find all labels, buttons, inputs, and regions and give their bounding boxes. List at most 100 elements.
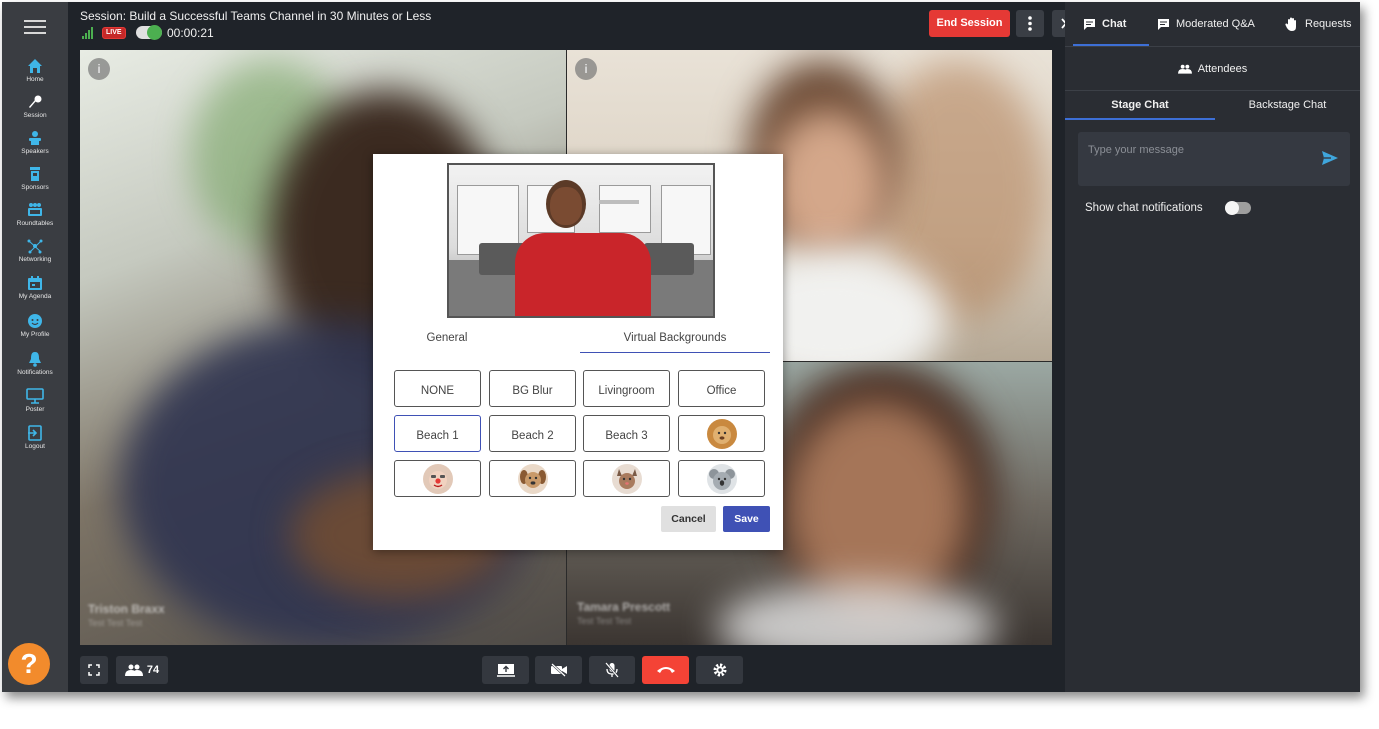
- bell-icon: [29, 352, 41, 367]
- share-screen-icon: [496, 664, 515, 677]
- nav-item-session[interactable]: Session: [2, 94, 68, 130]
- gear-icon: [713, 663, 726, 677]
- tab-stage-chat[interactable]: Stage Chat: [1065, 94, 1215, 120]
- cat-avatar-icon: [611, 463, 642, 494]
- nav-item-my-profile[interactable]: My Profile: [2, 313, 68, 349]
- nav-item-home[interactable]: Home: [2, 58, 68, 94]
- hand-icon: [1285, 17, 1296, 31]
- nav-item-my-agenda[interactable]: My Agenda: [2, 275, 68, 311]
- send-icon[interactable]: [1321, 149, 1339, 167]
- broadcast-toggle[interactable]: [136, 25, 162, 40]
- tab-moderated-qa[interactable]: Moderated Q&A: [1157, 2, 1255, 46]
- chat-notifications-toggle[interactable]: [1225, 201, 1251, 215]
- home-icon: [28, 59, 42, 73]
- participant-name: Tamara Prescott: [577, 600, 671, 614]
- participant-subtitle: Test Test Test: [88, 618, 143, 628]
- background-option-office[interactable]: Office: [678, 370, 765, 407]
- camera-off-icon: [550, 663, 567, 677]
- koala-avatar-icon: [706, 463, 737, 494]
- camera-toggle-button[interactable]: [535, 656, 582, 684]
- avatar-option-clown[interactable]: [394, 460, 481, 497]
- settings-button[interactable]: [696, 656, 743, 684]
- avatar-option-lion[interactable]: [678, 415, 765, 452]
- save-button[interactable]: Save: [723, 506, 770, 532]
- sponsor-icon: [30, 167, 40, 181]
- background-option-beach-3[interactable]: Beach 3: [583, 415, 670, 452]
- profile-icon: [28, 314, 42, 328]
- menu-icon[interactable]: [24, 20, 46, 36]
- tab-attendees-label: Attendees: [1197, 63, 1248, 75]
- nav-item-poster[interactable]: Poster: [2, 388, 68, 424]
- tab-moderated-qa-label: Moderated Q&A: [1176, 18, 1255, 30]
- help-button[interactable]: ?: [8, 643, 50, 685]
- share-screen-button[interactable]: [482, 656, 529, 684]
- chat-notifications-label: Show chat notifications: [1085, 202, 1203, 214]
- avatar-option-dog[interactable]: [489, 460, 576, 497]
- end-session-button[interactable]: End Session: [929, 10, 1010, 37]
- background-option-none[interactable]: NONE: [394, 370, 481, 407]
- participant-name: Triston Braxx: [88, 602, 165, 616]
- settings-dialog: General Virtual Backgrounds NONE BG Blur…: [373, 154, 783, 550]
- divider: [1065, 46, 1360, 47]
- roundtable-icon: [28, 203, 42, 216]
- background-option-blur[interactable]: BG Blur: [489, 370, 576, 407]
- tab-virtual-backgrounds[interactable]: Virtual Backgrounds: [580, 325, 770, 353]
- info-icon[interactable]: i: [575, 58, 597, 80]
- nav-item-networking[interactable]: Networking: [2, 238, 68, 274]
- clown-avatar-icon: [422, 463, 453, 494]
- nav-item-roundtables[interactable]: Roundtables: [2, 202, 68, 238]
- live-badge: LIVE: [102, 27, 126, 39]
- microphone-icon: [29, 95, 42, 108]
- participant-subtitle: Test Test Test: [577, 616, 632, 626]
- people-icon: [1177, 64, 1192, 74]
- chair: [644, 243, 694, 275]
- tab-requests[interactable]: Requests: [1285, 2, 1351, 46]
- camera-preview: [447, 163, 715, 318]
- tab-requests-label: Requests: [1305, 18, 1352, 30]
- avatar-option-koala[interactable]: [678, 460, 765, 497]
- cancel-button[interactable]: Cancel: [661, 506, 716, 532]
- background-option-beach-2[interactable]: Beach 2: [489, 415, 576, 452]
- nav-item-sponsors[interactable]: Sponsors: [2, 166, 68, 202]
- attendee-count: 74: [146, 664, 160, 676]
- left-navigation: Home Session Speakers Sponsors Roundtabl…: [2, 2, 68, 692]
- nav-item-logout[interactable]: Logout: [2, 425, 68, 461]
- phone-hangup-icon: [656, 667, 675, 673]
- hang-up-button[interactable]: [642, 656, 689, 684]
- attendees-count-button[interactable]: 74: [116, 656, 168, 684]
- chat-icon: [1084, 19, 1095, 30]
- calendar-icon: [28, 276, 42, 290]
- tab-chat[interactable]: Chat: [1083, 2, 1126, 46]
- person-shirt: [515, 233, 651, 316]
- dog-avatar-icon: [517, 463, 548, 494]
- tab-general[interactable]: General: [373, 325, 521, 353]
- meeting-app: Home Session Speakers Sponsors Roundtabl…: [2, 2, 1360, 692]
- more-options-button[interactable]: [1016, 10, 1044, 37]
- tab-backstage-chat[interactable]: Backstage Chat: [1215, 94, 1360, 120]
- tab-chat-label: Chat: [1102, 18, 1127, 30]
- more-vertical-icon: [1028, 16, 1032, 31]
- nav-item-speakers[interactable]: Speakers: [2, 130, 68, 166]
- right-panel: Chat Moderated Q&A Requests Attendees St…: [1065, 2, 1360, 692]
- info-icon[interactable]: i: [88, 58, 110, 80]
- session-title: Session: Build a Successful Teams Channe…: [80, 9, 432, 23]
- tab-attendees[interactable]: Attendees: [1065, 52, 1360, 86]
- divider: [1065, 90, 1360, 91]
- lion-avatar-icon: [706, 418, 737, 449]
- ceiling-light: [599, 200, 639, 204]
- nav-item-notifications[interactable]: Notifications: [2, 351, 68, 387]
- background-window: [599, 185, 651, 233]
- people-icon: [124, 664, 143, 676]
- qa-icon: [1158, 19, 1169, 30]
- network-icon: [27, 239, 43, 254]
- fullscreen-icon: [88, 664, 100, 676]
- message-input[interactable]: [1088, 142, 1308, 158]
- microphone-toggle-button[interactable]: [589, 656, 635, 684]
- session-timer: 00:00:21: [167, 26, 214, 40]
- logout-icon: [28, 425, 42, 441]
- background-option-beach-1[interactable]: Beach 1: [394, 415, 481, 452]
- avatar-option-cat[interactable]: [583, 460, 670, 497]
- fullscreen-button[interactable]: [80, 656, 108, 684]
- speaker-icon: [29, 131, 41, 145]
- background-option-livingroom[interactable]: Livingroom: [583, 370, 670, 407]
